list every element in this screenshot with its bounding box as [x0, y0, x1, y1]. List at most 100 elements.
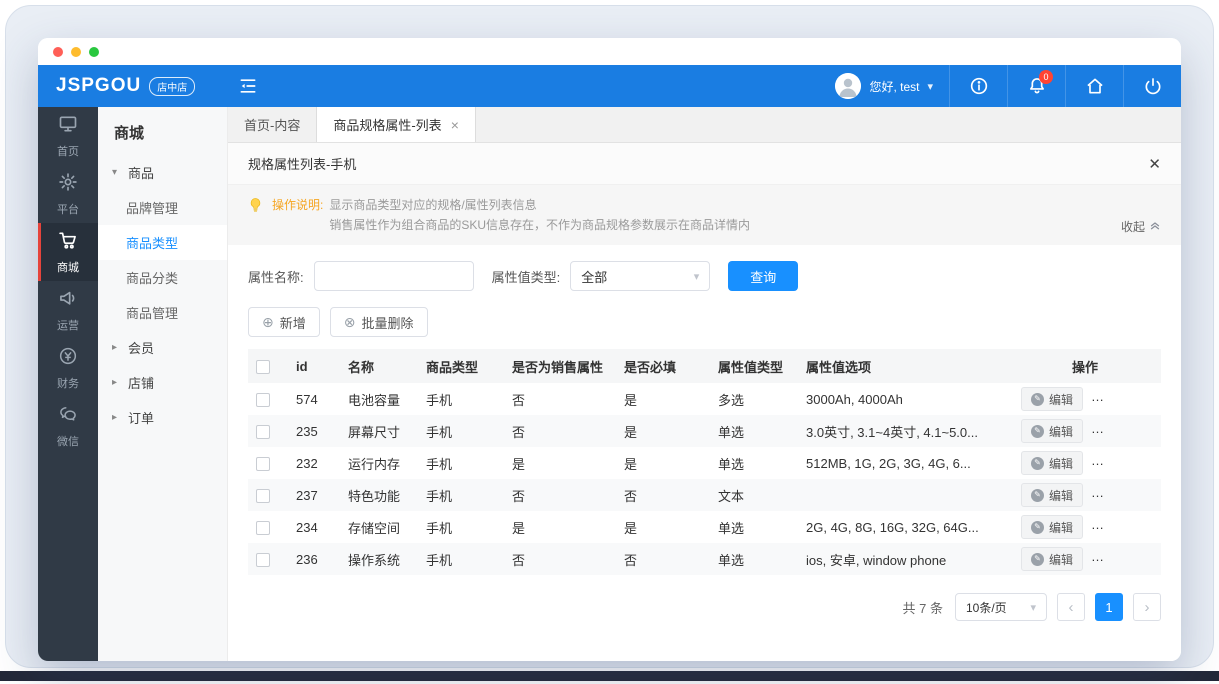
cell-required: 否 [616, 479, 710, 511]
column-header-value-type: 属性值类型 [710, 349, 798, 383]
row-checkbox[interactable] [256, 392, 270, 407]
chevron-down-icon: ▾ [1030, 601, 1036, 614]
page-1-button[interactable]: 1 [1095, 593, 1123, 621]
menu-group-label: 店铺 [128, 376, 155, 391]
add-button[interactable]: ⊕ 新增 [248, 307, 320, 337]
attributes-table: id 名称 商品类型 是否为销售属性 是否必填 属性值类型 属性值选项 操作 5… [248, 349, 1161, 575]
close-window-button[interactable] [53, 46, 63, 57]
edit-button[interactable]: ✎ 编辑 [1021, 387, 1084, 411]
cell-name: 电池容量 [348, 392, 401, 408]
add-button-label: 新增 [279, 315, 306, 331]
sidebar-item-wechat[interactable]: 微信 [38, 397, 98, 455]
cross-circle-icon: ⊗ [343, 314, 356, 330]
cell-value_type: 单选 [718, 520, 745, 536]
header-actions: 您好, test ▾ 0 [819, 65, 1181, 107]
cell-options [798, 479, 1009, 511]
sidebar-item-mall[interactable]: 商城 [38, 223, 98, 281]
table-row: 235 屏幕尺寸 手机否是单选 3.0英寸, 3.1~4英寸, 4.1~5.0... ✎… [248, 415, 1161, 447]
page-size-select[interactable]: 10条/页 ▾ [955, 593, 1047, 621]
table-row: 574 电池容量 手机否是多选 3000Ah, 4000Ah ✎ 编辑 ✕ 删除 [248, 383, 1161, 415]
column-header-goods-type: 商品类型 [418, 349, 504, 383]
chevron-down-icon: ▾ [693, 270, 700, 283]
menu-item-goods-management[interactable]: 商品管理 [98, 295, 227, 330]
gear-icon [58, 172, 78, 197]
tab-label: 商品规格属性-列表 [333, 118, 442, 133]
table-header-row: id 名称 商品类型 是否为销售属性 是否必填 属性值类型 属性值选项 操作 [248, 349, 1161, 383]
info-line-2: 销售属性作为组合商品的SKU信息存在，不作为商品规格参数展示在商品详情内 [329, 218, 751, 232]
attribute-name-input[interactable] [313, 261, 474, 291]
row-checkbox[interactable] [256, 552, 270, 567]
cell-type: 手机 [426, 520, 453, 536]
cell-is_sale: 否 [512, 392, 526, 408]
chevron-down-icon: ▾ [927, 80, 933, 93]
edit-button[interactable]: ✎ 编辑 [1021, 547, 1084, 571]
cell-value_type: 多选 [718, 392, 745, 408]
close-icon[interactable]: × [451, 117, 459, 133]
menu-item-brand-management[interactable]: 品牌管理 [98, 190, 227, 225]
search-button[interactable]: 查询 [728, 261, 799, 291]
megaphone-icon [58, 288, 78, 313]
menu-group-shops[interactable]: ▸ 店铺 [98, 365, 227, 400]
tab-label: 首页-内容 [244, 118, 301, 133]
row-checkbox[interactable] [256, 520, 270, 535]
next-page-button[interactable]: › [1133, 593, 1161, 621]
attribute-value-type-select[interactable]: 全部 ▾ [570, 261, 711, 291]
row-checkbox[interactable] [256, 488, 270, 503]
menu-group-label: 商品 [128, 166, 155, 181]
menu-group-orders[interactable]: ▸ 订单 [98, 400, 227, 435]
minimize-window-button[interactable] [71, 46, 81, 57]
cell-is_sale: 是 [512, 456, 526, 472]
menu-group-label: 会员 [128, 341, 155, 356]
sidebar-item-finance[interactable]: 财务 [38, 339, 98, 397]
menu-title: 商城 [114, 125, 145, 142]
batch-delete-button-label: 批量删除 [361, 315, 414, 331]
delete-button-label: 删除 [1119, 520, 1144, 535]
table-row: 237 特色功能 手机否否文本 ✎ 编辑 ✕ 删除 [248, 479, 1161, 511]
row-checkbox[interactable] [256, 424, 270, 439]
attribute-value-type-label: 属性值类型: [491, 269, 561, 285]
maximize-window-button[interactable] [89, 46, 99, 57]
edit-button[interactable]: ✎ 编辑 [1021, 515, 1084, 539]
caret-right-icon: ▸ [112, 377, 118, 388]
logo-text: JSPGOU [56, 75, 142, 96]
row-checkbox[interactable] [256, 456, 270, 471]
column-header-id: id [288, 349, 340, 383]
cell-is_sale: 否 [504, 479, 616, 511]
column-header-is-sale-attribute: 是否为销售属性 [504, 349, 616, 383]
column-header-value-options: 属性值选项 [798, 349, 1009, 383]
prev-page-button[interactable]: ‹ [1057, 593, 1085, 621]
menu-item-goods-category[interactable]: 商品分类 [98, 260, 227, 295]
sidebar-item-operations[interactable]: 运营 [38, 281, 98, 339]
collapse-sidebar-icon[interactable] [238, 76, 258, 96]
collapse-info-button[interactable]: 收起 [1121, 218, 1161, 235]
menu-group-members[interactable]: ▸ 会员 [98, 330, 227, 365]
user-menu[interactable]: 您好, test ▾ [819, 65, 949, 107]
close-icon[interactable]: ✕ [1148, 155, 1161, 173]
edit-button[interactable]: ✎ 编辑 [1021, 483, 1084, 507]
edit-icon: ✎ [1031, 456, 1044, 470]
page-size-value: 10条/页 [966, 600, 1007, 615]
tab-spec-attribute-list[interactable]: 商品规格属性-列表 × [317, 107, 476, 142]
batch-delete-button[interactable]: ⊗ 批量删除 [329, 307, 428, 337]
logout-button[interactable] [1123, 65, 1181, 107]
tab-home-content[interactable]: 首页-内容 [228, 107, 318, 142]
edit-icon: ✎ [1031, 520, 1044, 534]
sidebar-item-platform[interactable]: 平台 [38, 165, 98, 223]
sidebar-item-home[interactable]: 首页 [38, 107, 98, 165]
edit-button-label: 编辑 [1049, 456, 1074, 471]
plus-circle-icon: ⊕ [262, 314, 274, 330]
info-button[interactable] [949, 65, 1007, 107]
edit-button[interactable]: ✎ 编辑 [1021, 451, 1084, 475]
notifications-button[interactable]: 0 [1007, 65, 1065, 107]
cell-id: 236 [288, 543, 340, 575]
total-count: 共 7 条 [902, 600, 943, 616]
menu-item-goods-type[interactable]: 商品类型 [98, 225, 227, 260]
edit-button[interactable]: ✎ 编辑 [1021, 419, 1084, 443]
wechat-icon [58, 404, 78, 429]
home-button[interactable] [1065, 65, 1123, 107]
select-all-checkbox[interactable] [256, 359, 270, 374]
cell-is_sale: 否 [504, 543, 616, 575]
sidebar-item-label: 平台 [57, 203, 79, 216]
pagination: 共 7 条 10条/页 ▾ ‹ 1 › [228, 575, 1181, 639]
menu-group-goods[interactable]: ▾ 商品 [98, 155, 227, 190]
